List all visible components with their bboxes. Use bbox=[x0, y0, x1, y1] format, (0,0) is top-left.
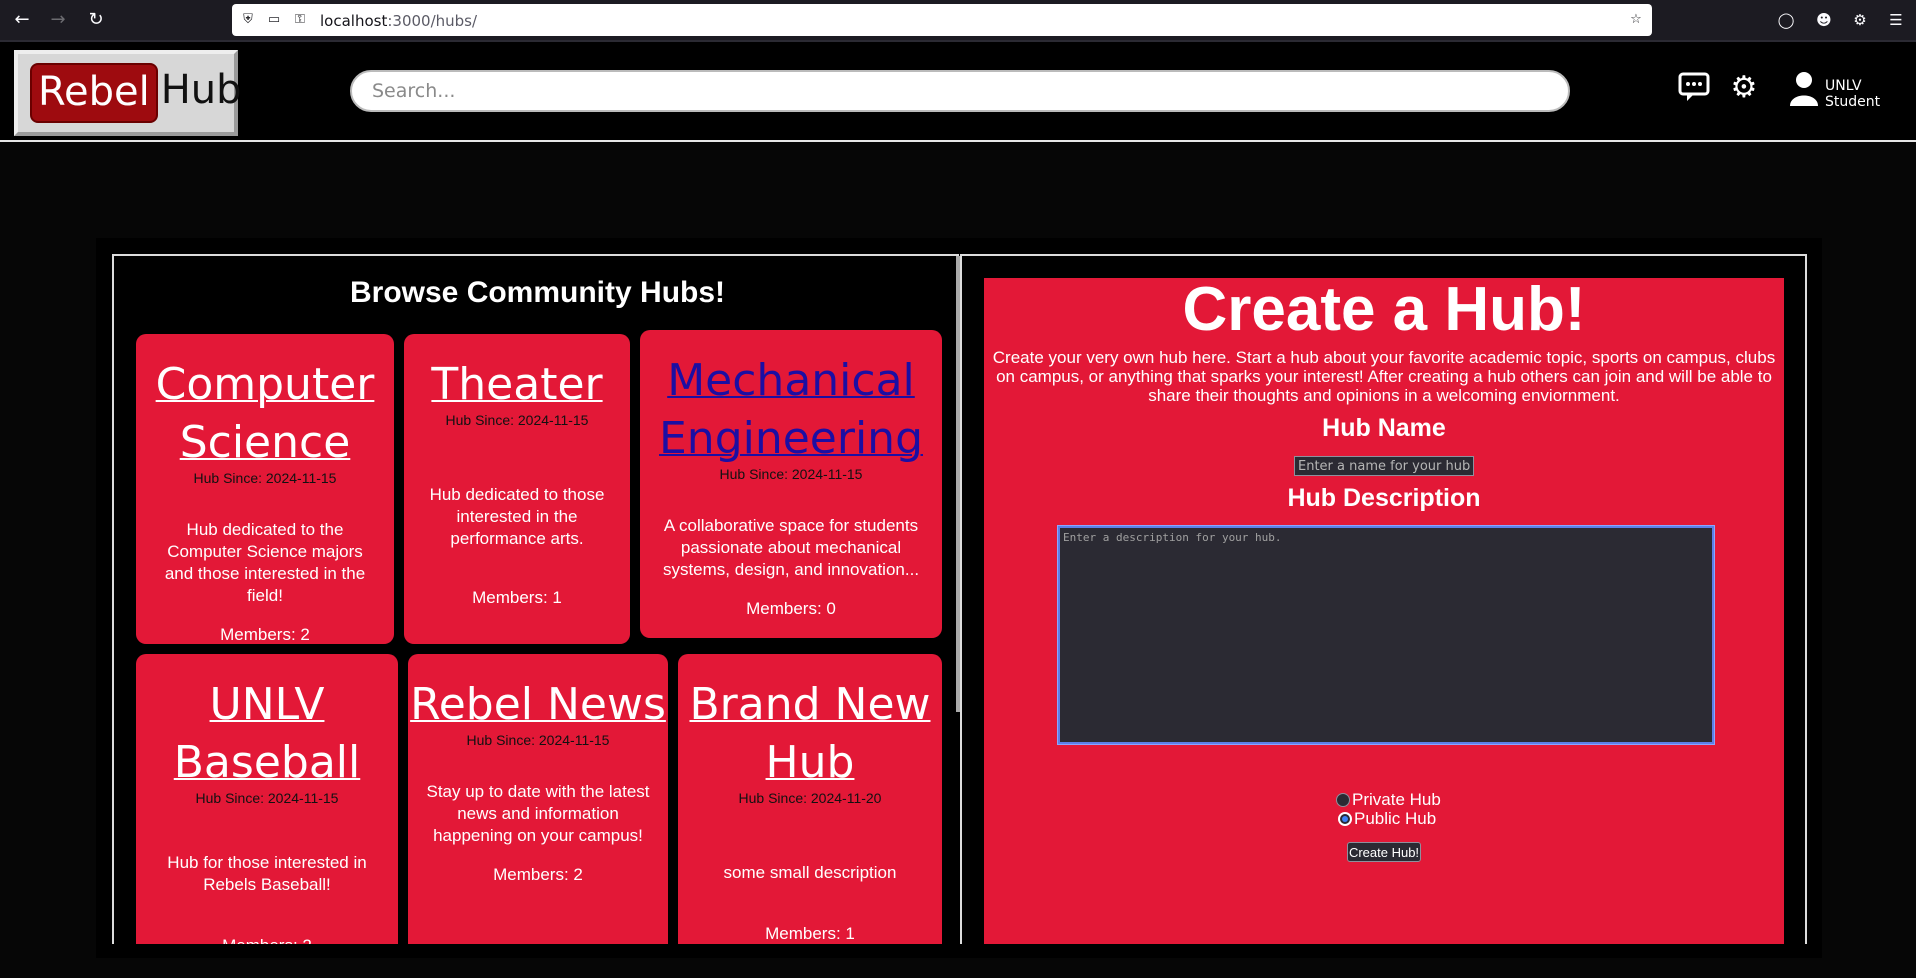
hub-since: Hub Since: 2024-11-15 bbox=[195, 790, 339, 806]
public-hub-option[interactable]: Public Hub bbox=[1338, 809, 1436, 829]
gear-icon[interactable]: ⚙ bbox=[1726, 70, 1762, 106]
chat-icon[interactable] bbox=[1676, 70, 1712, 106]
hub-card[interactable]: Rebel News Hub Since: 2024-11-15 Stay up… bbox=[408, 654, 668, 944]
hub-description: Stay up to date with the latest news and… bbox=[426, 782, 650, 845]
bookmark-star-icon[interactable]: ☆ bbox=[1628, 12, 1644, 28]
extensions-icon[interactable]: ⚙ bbox=[1850, 10, 1870, 30]
browser-toolbar: ← → ↻ ⛨ ▭ ⚿ localhost:3000/hubs/ ☆ ◯ ☻ ⚙… bbox=[0, 0, 1916, 40]
hub-card[interactable]: Mechanical Engineering Hub Since: 2024-1… bbox=[640, 330, 942, 638]
hub-members: Members: 2 bbox=[493, 865, 583, 884]
hub-card[interactable]: Computer Science Hub Since: 2024-11-15 H… bbox=[136, 334, 394, 644]
hub-since: Hub Since: 2024-11-15 bbox=[445, 412, 589, 428]
hub-members: Members: 2 bbox=[136, 936, 398, 944]
hub-since: Hub Since: 2024-11-15 bbox=[193, 470, 337, 486]
hub-description: A collaborative space for students passi… bbox=[662, 516, 920, 579]
hub-since: Hub Since: 2024-11-15 bbox=[466, 732, 610, 748]
create-hub-form: Create a Hub! Create your very own hub h… bbox=[984, 278, 1784, 944]
page-icon[interactable]: ▭ bbox=[266, 12, 282, 28]
create-hub-button[interactable]: Create Hub! bbox=[1347, 842, 1421, 862]
private-hub-radio[interactable] bbox=[1336, 793, 1350, 807]
menu-icon[interactable]: ☰ bbox=[1886, 10, 1906, 30]
reload-icon[interactable]: ↻ bbox=[84, 8, 108, 32]
hub-name-link[interactable]: Brand New Hub bbox=[678, 654, 942, 792]
hub-name-link[interactable]: Theater bbox=[404, 334, 630, 414]
private-hub-label[interactable]: Private Hub bbox=[1352, 790, 1441, 810]
hub-since: Hub Since: 2024-11-15 bbox=[719, 466, 863, 482]
hub-description-textarea[interactable] bbox=[1057, 525, 1715, 745]
user-icon[interactable] bbox=[1786, 70, 1822, 106]
search-input[interactable] bbox=[350, 70, 1570, 112]
hub-description-label: Hub Description bbox=[1287, 484, 1481, 512]
hub-members: Members: 2 bbox=[220, 625, 310, 644]
hub-card[interactable]: UNLV Baseball Hub Since: 2024-11-15 Hub … bbox=[136, 654, 398, 944]
public-hub-label[interactable]: Public Hub bbox=[1354, 809, 1436, 829]
hub-members: Members: 1 bbox=[765, 924, 855, 943]
public-hub-radio[interactable] bbox=[1338, 812, 1352, 826]
hub-name-link[interactable]: Rebel News bbox=[408, 654, 668, 734]
shield-icon[interactable]: ⛨ bbox=[240, 12, 256, 28]
hub-name-link[interactable]: Mechanical Engineering bbox=[640, 330, 942, 468]
url-host: localhost bbox=[320, 12, 388, 30]
url-path: :3000/hubs/ bbox=[387, 12, 478, 30]
user-name[interactable]: UNLV Student bbox=[1825, 78, 1916, 110]
hub-members: Members: 1 bbox=[472, 588, 562, 607]
hub-name-input[interactable] bbox=[1294, 456, 1474, 476]
forward-icon[interactable]: → bbox=[46, 8, 70, 32]
hub-description: Hub dedicated to those interested in the… bbox=[429, 485, 605, 548]
hub-members: Members: 0 bbox=[746, 599, 836, 618]
address-bar[interactable]: ⛨ ▭ ⚿ localhost:3000/hubs/ ☆ bbox=[232, 4, 1652, 36]
logo[interactable]: Rebel Hub bbox=[14, 50, 242, 136]
hub-card[interactable]: Brand New Hub Hub Since: 2024-11-20 some… bbox=[678, 654, 942, 944]
hub-name-link[interactable]: UNLV Baseball bbox=[136, 654, 398, 792]
hub-description: Hub for those interested in Rebels Baseb… bbox=[167, 853, 367, 894]
private-hub-option[interactable]: Private Hub bbox=[1336, 790, 1441, 810]
browse-hubs-panel[interactable]: Browse Community Hubs! Computer Science … bbox=[112, 254, 959, 944]
site-header: Rebel Hub ⚙ UNLV Student bbox=[0, 42, 1916, 142]
create-title: Create a Hub! bbox=[1182, 275, 1586, 344]
create-hub-panel: Create a Hub! Create your very own hub h… bbox=[960, 254, 1807, 944]
key-icon[interactable]: ⚿ bbox=[292, 12, 308, 28]
pocket-icon[interactable]: ◯ bbox=[1776, 10, 1796, 30]
hub-since: Hub Since: 2024-11-20 bbox=[738, 790, 882, 806]
hub-description: Hub dedicated to the Computer Science ma… bbox=[164, 520, 366, 605]
hub-description: some small description bbox=[723, 863, 897, 882]
logo-rebel-text: Rebel bbox=[30, 63, 158, 123]
url-text[interactable]: localhost:3000/hubs/ bbox=[320, 12, 477, 30]
hub-name-link[interactable]: Computer Science bbox=[136, 334, 394, 472]
create-description: Create your very own hub here. Start a h… bbox=[992, 348, 1776, 405]
logo-hub-text: Hub bbox=[160, 67, 242, 113]
back-icon[interactable]: ← bbox=[10, 8, 34, 32]
hub-card[interactable]: Theater Hub Since: 2024-11-15 Hub dedica… bbox=[404, 334, 630, 644]
account-icon[interactable]: ☻ bbox=[1814, 10, 1834, 30]
hub-name-label: Hub Name bbox=[1322, 414, 1446, 442]
browse-title: Browse Community Hubs! bbox=[349, 276, 726, 309]
